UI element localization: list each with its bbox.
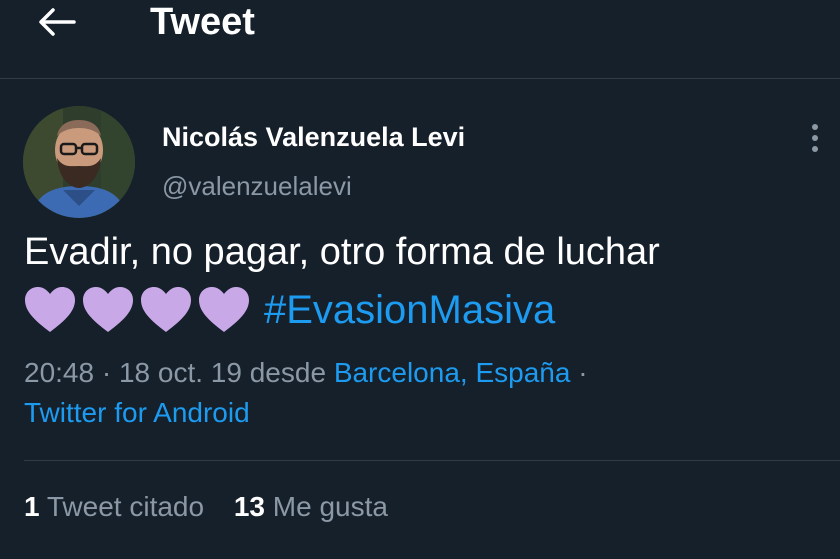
purple-heart-icon — [199, 287, 249, 332]
tweet-date[interactable]: 18 oct. 19 — [119, 357, 242, 388]
page-title: Tweet — [150, 1, 255, 43]
purple-heart-icon — [83, 287, 133, 332]
back-button[interactable] — [34, 2, 80, 42]
divider — [24, 460, 840, 461]
tweet-detail-page: Tweet Nicolás Valenzuela Levi @valenzuel… — [0, 0, 840, 559]
quote-tweets-label: Tweet citado — [46, 491, 205, 522]
meta-from-label: desde — [241, 357, 334, 388]
purple-heart-icon — [25, 287, 75, 332]
source-link[interactable]: Twitter for Android — [24, 397, 250, 428]
author-handle[interactable]: @valenzuelalevi — [162, 170, 352, 202]
meta-separator: · — [570, 357, 588, 388]
location-link[interactable]: Barcelona, España — [334, 357, 571, 388]
meta-separator: · — [94, 357, 119, 388]
quote-tweets-stat[interactable]: 1 Tweet citado — [24, 491, 204, 522]
likes-label: Me gusta — [272, 491, 388, 522]
likes-stat[interactable]: 13 Me gusta — [234, 491, 388, 522]
quote-tweets-count: 1 — [24, 491, 40, 522]
top-bar: Tweet — [0, 0, 840, 79]
tweet-text: Evadir, no pagar, otro forma de luchar — [24, 231, 660, 273]
more-options-button[interactable] — [800, 118, 830, 158]
tweet-stats: 1 Tweet citado 13 Me gusta — [24, 487, 410, 527]
avatar-image — [23, 106, 135, 218]
likes-count: 13 — [233, 491, 265, 522]
tweet-meta: 20:48 · 18 oct. 19 desde Barcelona, Espa… — [24, 353, 824, 433]
hashtag-link[interactable]: #EvasionMasiva — [264, 284, 555, 336]
tweet-time[interactable]: 20:48 — [24, 357, 94, 388]
arrow-left-icon — [39, 8, 76, 36]
purple-heart-icon — [141, 287, 191, 332]
tweet-emoji-hashtag-line: #EvasionMasiva — [24, 282, 555, 338]
more-vertical-icon — [812, 124, 818, 152]
author-name[interactable]: Nicolás Valenzuela Levi — [162, 121, 465, 153]
avatar[interactable] — [23, 106, 135, 218]
